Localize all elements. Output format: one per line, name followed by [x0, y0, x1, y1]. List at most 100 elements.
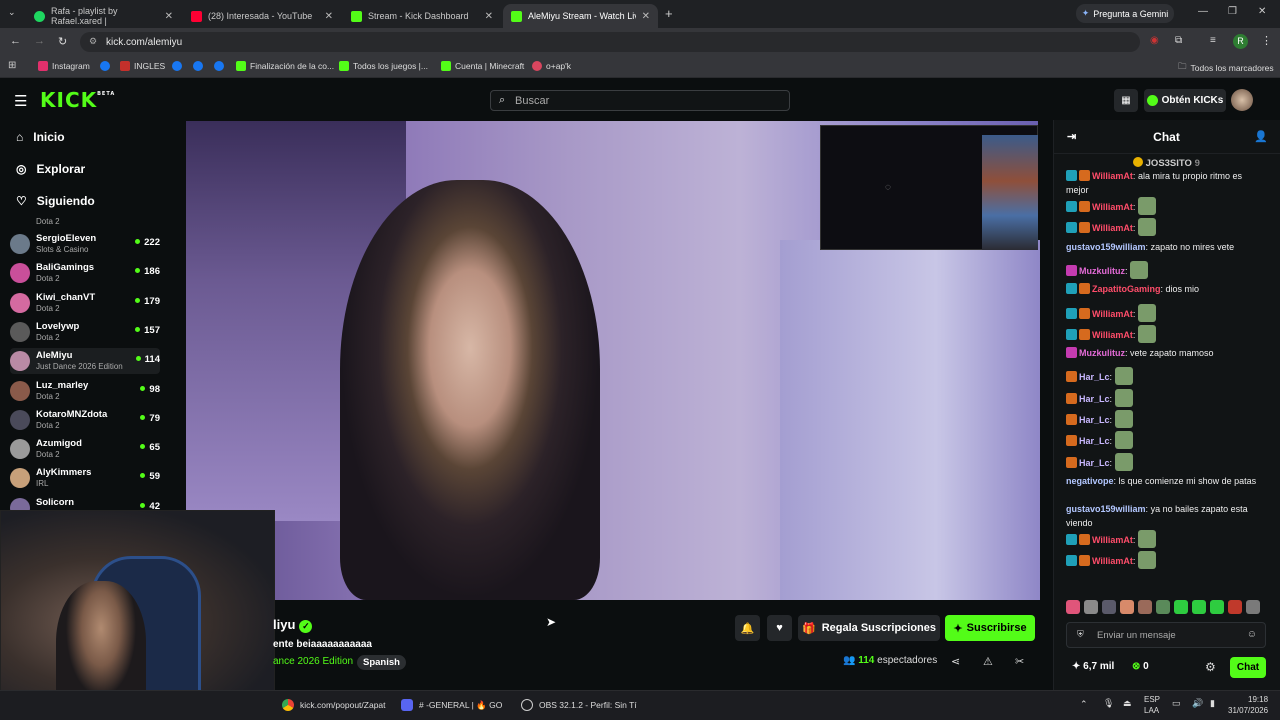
- bookmark-todos-juegos[interactable]: Todos los juegos |...: [339, 61, 428, 71]
- bookmark-facebook[interactable]: [193, 61, 203, 71]
- site-info-icon[interactable]: ⚙: [89, 36, 97, 47]
- chat-username[interactable]: WilliamAt: [1092, 309, 1133, 319]
- emote-icon[interactable]: [1156, 600, 1170, 614]
- battery-icon[interactable]: ▮: [1210, 698, 1215, 709]
- tab-search-icon[interactable]: ⌄: [8, 7, 16, 18]
- emoji-icon[interactable]: ☺: [1247, 629, 1257, 640]
- mic-icon[interactable]: 🎙: [1103, 698, 1114, 709]
- maximize-button[interactable]: ❐: [1228, 6, 1237, 17]
- send-chat-button[interactable]: Chat: [1230, 657, 1266, 678]
- emote-icon[interactable]: [1120, 600, 1134, 614]
- share-icon[interactable]: ⋖: [951, 655, 960, 668]
- get-kicks-button[interactable]: Obtén KICKs: [1144, 89, 1226, 112]
- bookmark-finalizacion[interactable]: Finalización de la co...: [236, 61, 334, 71]
- sidebar-channel-item[interactable]: AleMiyu Just Dance 2026 Edition 114: [10, 348, 160, 375]
- avatar[interactable]: R: [1233, 34, 1248, 49]
- chat-username[interactable]: Har_Lc: [1079, 458, 1110, 468]
- subscribe-button[interactable]: ✦ Suscribirse: [945, 615, 1035, 641]
- emote-icon[interactable]: [1084, 600, 1098, 614]
- puzzle-icon[interactable]: ⧉: [1175, 35, 1182, 46]
- pinned-leaderboard[interactable]: JOS3SITO 9: [1133, 157, 1200, 169]
- bookmark-instagram[interactable]: Instagram: [38, 61, 90, 71]
- sidebar-channel-item[interactable]: Kiwi_chanVT Dota 2 179: [10, 290, 160, 316]
- emote-icon[interactable]: [1174, 600, 1188, 614]
- chat-username[interactable]: Muzkulituz: [1079, 348, 1125, 358]
- stream-category[interactable]: ance 2026 Edition: [273, 656, 353, 667]
- taskbar-item-discord[interactable]: # -GENERAL | 🔥 GO: [401, 699, 502, 711]
- chevron-up-icon[interactable]: ⌃: [1080, 699, 1088, 710]
- nav-siguiendo[interactable]: ♡ Siguiendo: [16, 194, 95, 208]
- chat-username[interactable]: Har_Lc: [1079, 372, 1110, 382]
- network-icon[interactable]: ▭: [1172, 698, 1181, 709]
- language-tag[interactable]: Spanish: [357, 655, 406, 670]
- volume-icon[interactable]: 🔊: [1192, 698, 1203, 709]
- bookmark-facebook[interactable]: [100, 61, 110, 71]
- taskbar-item-obs[interactable]: OBS 32.1.2 - Perfil: Sin Tí: [521, 699, 637, 711]
- clip-icon[interactable]: ✂: [1015, 655, 1024, 668]
- bookmark-ingles[interactable]: INGLES: [120, 61, 165, 71]
- new-tab-button[interactable]: +: [665, 6, 673, 21]
- chat-username[interactable]: WilliamAt: [1092, 223, 1133, 233]
- sidebar-channel-item[interactable]: KotaroMNZdota Dota 2 79: [10, 407, 160, 433]
- follow-button[interactable]: ♥: [767, 615, 792, 641]
- sidebar-channel-item[interactable]: Lovelywp Dota 2 157: [10, 319, 160, 345]
- chat-username[interactable]: Har_Lc: [1079, 436, 1110, 446]
- notification-bell-button[interactable]: 🔔: [735, 615, 760, 641]
- gemini-button[interactable]: ✦ Pregunta a Gemini: [1076, 4, 1174, 23]
- chat-username[interactable]: gustavo159william: [1066, 504, 1146, 514]
- sidebar-channel-item[interactable]: Luz_marley Dota 2 98: [10, 378, 160, 404]
- emote-icon[interactable]: [1228, 600, 1242, 614]
- emote-icon[interactable]: [1066, 600, 1080, 614]
- tab-alemiyu[interactable]: AleMiyu Stream - Watch Live o ✕: [503, 4, 658, 28]
- chat-username[interactable]: WilliamAt: [1092, 171, 1133, 181]
- kick-logo[interactable]: KICKBETA: [40, 88, 115, 112]
- chat-username[interactable]: WilliamAt: [1092, 330, 1133, 340]
- report-icon[interactable]: ⚠: [983, 655, 993, 668]
- back-icon[interactable]: ←: [10, 35, 21, 47]
- collapse-chat-icon[interactable]: ⇥: [1067, 130, 1076, 143]
- tab-kick-dashboard[interactable]: Stream - Kick Dashboard ✕: [343, 4, 501, 28]
- chat-username[interactable]: ZapatitoGaming: [1092, 284, 1161, 294]
- emote-icon[interactable]: [1210, 600, 1224, 614]
- tab-spotify[interactable]: Rafa - playlist by Rafael.xared | ✕: [26, 4, 181, 28]
- close-window-button[interactable]: ✕: [1258, 6, 1266, 17]
- taskbar-item-chrome[interactable]: kick.com/popout/Zapat: [282, 699, 386, 711]
- usb-icon[interactable]: ⏏: [1123, 698, 1132, 709]
- sidebar-channel-item[interactable]: AlyKimmers IRL 59: [10, 465, 160, 491]
- settings-gear-icon[interactable]: ⚙: [1205, 660, 1216, 674]
- menu-icon[interactable]: ☰: [14, 92, 27, 110]
- gift-subs-button[interactable]: 🎁 Regala Suscripciones: [798, 615, 940, 641]
- close-icon[interactable]: ✕: [325, 11, 333, 22]
- theatre-icon[interactable]: ▦: [1114, 89, 1138, 112]
- channel-points[interactable]: ✦ 6,7 mil: [1072, 661, 1114, 672]
- bookmark-minecraft[interactable]: Cuenta | Minecraft: [441, 61, 524, 71]
- tab-youtube[interactable]: (28) Interesada - YouTube ✕: [183, 4, 341, 28]
- emote-icon[interactable]: [1246, 600, 1260, 614]
- close-icon[interactable]: ✕: [485, 11, 493, 22]
- kicks-balance[interactable]: ⊗ 0: [1132, 661, 1149, 672]
- chat-username[interactable]: negativope: [1066, 476, 1114, 486]
- streamer-name[interactable]: liyu ✓: [273, 617, 313, 633]
- chat-username[interactable]: WilliamAt: [1092, 202, 1133, 212]
- avatar[interactable]: [1231, 89, 1253, 111]
- menu-dots-icon[interactable]: ⋮: [1261, 34, 1272, 47]
- chat-input[interactable]: ⛨ Enviar un mensaje ☺: [1066, 622, 1266, 648]
- chat-username[interactable]: gustavo159william: [1066, 242, 1146, 252]
- media-icon[interactable]: ≡: [1210, 35, 1216, 46]
- sidebar-channel-item[interactable]: Azumigod Dota 2 65: [10, 436, 160, 462]
- minimize-button[interactable]: —: [1198, 6, 1208, 17]
- emote-icon[interactable]: [1138, 600, 1152, 614]
- bookmark-oapk[interactable]: o+ap'k: [532, 61, 571, 71]
- emote-icon[interactable]: [1192, 600, 1206, 614]
- keyboard-language[interactable]: ESP LAA: [1144, 694, 1160, 716]
- chat-username[interactable]: Har_Lc: [1079, 394, 1110, 404]
- apps-icon[interactable]: ⊞: [8, 60, 16, 71]
- bookmark-facebook[interactable]: [172, 61, 182, 71]
- sidebar-channel-item[interactable]: BaliGamings Dota 2 186: [10, 260, 160, 286]
- all-bookmarks[interactable]: 🗀 Todos los marcadores: [1178, 61, 1274, 75]
- reload-icon[interactable]: ↻: [58, 35, 67, 48]
- taskbar-clock[interactable]: 19:18 31/07/2026: [1228, 694, 1268, 716]
- extension-icon[interactable]: ◉: [1150, 35, 1159, 46]
- close-icon[interactable]: ✕: [642, 11, 650, 22]
- nav-inicio[interactable]: ⌂ Inicio: [16, 130, 65, 144]
